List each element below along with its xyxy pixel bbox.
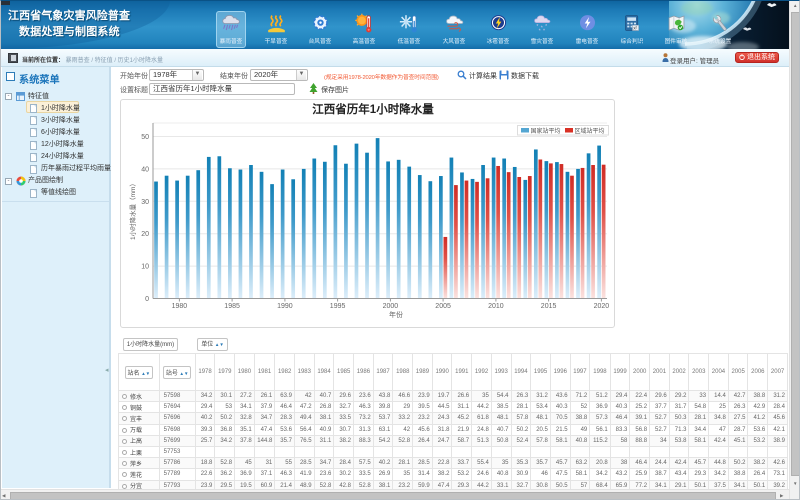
svg-text:2010: 2010 (488, 303, 504, 310)
svg-text:40: 40 (141, 166, 149, 173)
svg-text:2000: 2000 (383, 303, 399, 310)
svg-text:0: 0 (145, 296, 149, 303)
svg-text:1980: 1980 (172, 303, 188, 310)
svg-text:1990: 1990 (277, 303, 293, 310)
svg-text:2005: 2005 (435, 303, 451, 310)
svg-text:*: * (542, 28, 544, 34)
svg-text:20: 20 (141, 231, 149, 238)
svg-text:x²: x² (633, 26, 637, 31)
svg-text:国家站平均: 国家站平均 (531, 127, 561, 135)
svg-text:50: 50 (141, 134, 149, 141)
svg-text:*: * (538, 28, 540, 34)
svg-text:1985: 1985 (224, 303, 240, 310)
svg-text:30: 30 (141, 199, 149, 206)
svg-text:1小时降水量（mm）: 1小时降水量（mm） (128, 180, 137, 240)
svg-text:江西省历年1小时降水量: 江西省历年1小时降水量 (312, 102, 434, 116)
svg-text:2015: 2015 (541, 303, 557, 310)
svg-text:10: 10 (141, 264, 149, 271)
svg-text:年份: 年份 (389, 310, 403, 319)
svg-text:*: * (545, 24, 547, 30)
svg-text:1995: 1995 (330, 303, 346, 310)
svg-text:2020: 2020 (594, 303, 610, 310)
svg-text:区域站平均: 区域站平均 (575, 127, 605, 135)
